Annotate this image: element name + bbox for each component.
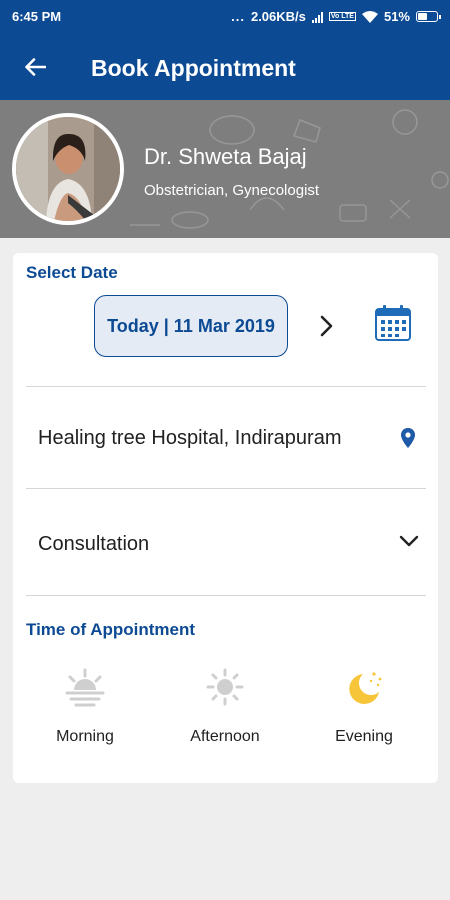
sunrise-icon [65,668,105,707]
doctor-specialization: Obstetrician, Gynecologist [144,182,320,199]
appointment-card: Select Date Today | 11 Mar 2019 Healing … [13,253,438,783]
doctor-avatar [12,113,124,225]
battery-icon [416,11,441,22]
battery-level [418,13,427,20]
doctor-name: Dr. Shweta Bajaj [144,144,307,169]
back-button[interactable] [18,51,52,83]
moon-icon [349,672,382,704]
doctor-photo [16,117,120,221]
calendar-icon[interactable] [373,303,413,343]
divider [26,488,426,489]
slot-label: Evening [335,728,393,745]
status-indicators: ... 2.06KB/s Vo LTE 51% [231,9,441,24]
status-bar: 6:45 PM ... 2.06KB/s Vo LTE 51% [0,0,450,34]
chevron-down-icon [399,535,419,547]
page-title: Book Appointment [91,55,296,81]
select-date-label: Select Date [26,263,118,282]
location-pin-icon[interactable] [401,428,415,448]
network-speed: 2.06KB/s [250,9,306,24]
status-time: 6:45 PM [12,9,62,24]
doctor-profile-header: Dr. Shweta Bajaj Obstetrician, Gynecolog… [0,100,450,238]
volte-badge: Vo LTE [328,12,356,21]
notification-dots: ... [231,9,245,24]
wifi-icon [361,10,378,23]
battery-percent: 51% [383,9,410,24]
date-selector[interactable]: Today | 11 Mar 2019 [94,295,288,357]
divider [26,595,426,596]
arrow-left-icon [25,58,46,76]
app-bar: Book Appointment [0,34,450,100]
time-of-appointment-label: Time of Appointment [26,620,196,639]
slot-morning[interactable]: Morning [30,668,140,753]
chevron-right-icon[interactable] [313,313,339,339]
divider [26,386,426,387]
slot-label: Afternoon [190,728,260,745]
consultation-type: Consultation [38,533,150,555]
sun-icon [206,668,244,706]
slot-afternoon[interactable]: Afternoon [170,668,280,753]
signal-icon [311,11,323,23]
slot-label: Morning [56,728,114,745]
hospital-name[interactable]: Healing tree Hospital, Indirapuram [38,427,342,450]
slot-evening[interactable]: Evening [309,668,419,753]
